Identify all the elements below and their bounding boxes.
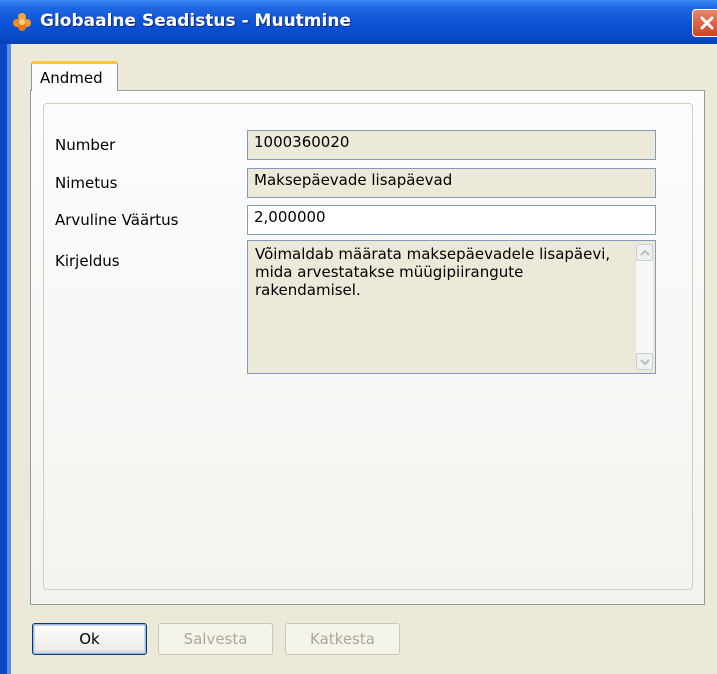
name-field[interactable]: Maksepäevade lisapäevad <box>247 168 656 198</box>
name-label: Nimetus <box>55 174 118 192</box>
tab-andmed[interactable]: Andmed <box>31 61 118 91</box>
cancel-button[interactable]: Katkesta <box>285 623 400 655</box>
scroll-up-button[interactable] <box>636 244 653 261</box>
app-icon <box>13 13 31 31</box>
close-button[interactable] <box>692 9 717 37</box>
number-label: Number <box>55 136 116 154</box>
window-border-inner <box>7 44 11 674</box>
numeric-value-input[interactable]: 2,000000 <box>247 205 656 235</box>
description-line-1: Võimaldab määrata maksepäevadele lisapäe… <box>255 245 611 263</box>
description-scrollbar[interactable] <box>636 244 653 370</box>
title-bar[interactable]: Globaalne Seadistus - Muutmine <box>0 0 717 44</box>
tab-andmed-label: Andmed <box>40 69 103 87</box>
window-title: Globaalne Seadistus - Muutmine <box>40 11 351 31</box>
close-icon <box>700 16 714 30</box>
number-field[interactable]: 1000360020 <box>247 130 656 160</box>
window-border <box>0 44 7 674</box>
description-line-2: mida arvestatakse müügipiirangute rakend… <box>255 263 524 299</box>
scroll-up-icon <box>640 249 650 256</box>
description-text: Võimaldab määrata maksepäevadele lisapäe… <box>255 245 625 299</box>
save-button[interactable]: Salvesta <box>158 623 273 655</box>
scroll-down-button[interactable] <box>636 353 653 370</box>
ok-button[interactable]: Ok <box>32 623 147 655</box>
scroll-down-icon <box>640 359 650 366</box>
description-label: Kirjeldus <box>55 252 120 270</box>
description-textarea[interactable]: Võimaldab määrata maksepäevadele lisapäe… <box>247 240 656 374</box>
numeric-value-label: Arvuline Väärtus <box>55 211 179 229</box>
